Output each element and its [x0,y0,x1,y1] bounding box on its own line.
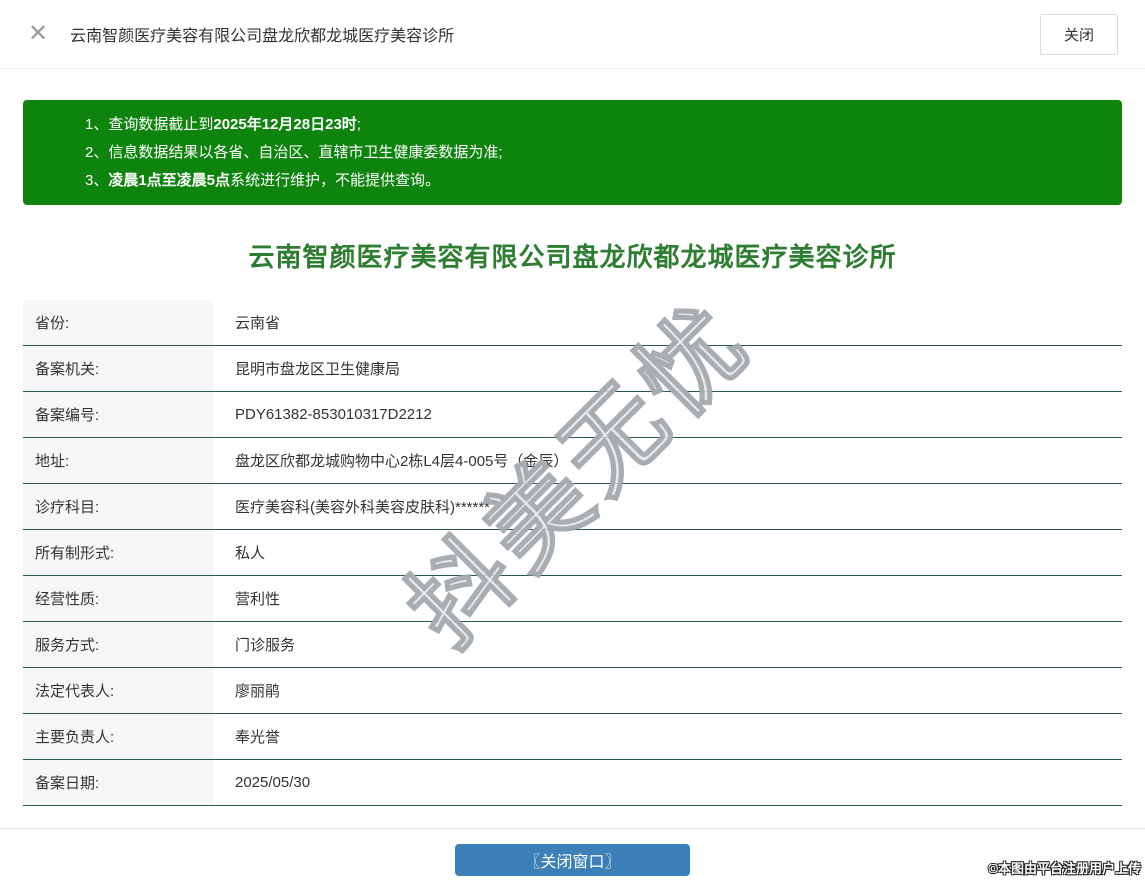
header-title: 云南智颜医疗美容有限公司盘龙欣都龙城医疗美容诊所 [70,28,455,45]
row-label: 备案日期: [23,760,213,805]
notice-bold-text: 2025年12月28日23时 [213,116,357,133]
table-row-service-mode: 服务方式: 门诊服务 [23,622,1122,668]
table-row-legal-representative: 法定代表人: 廖丽鹃 [23,668,1122,714]
notice-text: ; [356,116,361,133]
row-value: 廖丽鹃 [235,683,281,700]
notice-text: 信息数据结果以各省、自治区、直辖市卫生健康委数据为准; [108,144,503,161]
modal-footer: 〖关闭窗口〗 [0,829,1145,876]
row-value: 私人 [235,545,266,562]
row-value: 盘龙区欣都龙城购物中心2栋L4层4-005号（金辰） [235,453,569,470]
row-value: PDY61382-853010317D2212 [235,406,432,423]
row-label: 备案机关: [23,346,213,391]
notice-banner: 1、查询数据截止到2025年12月28日23时; 2、信息数据结果以各省、自治区… [23,100,1122,205]
row-value: 昆明市盘龙区卫生健康局 [235,361,401,378]
table-row-filing-authority: 备案机关: 昆明市盘龙区卫生健康局 [23,346,1122,392]
row-label: 备案编号: [23,392,213,437]
row-label: 诊疗科目: [23,484,213,529]
row-label: 主要负责人: [23,714,213,759]
notice-text: 系统进行维护，不能提供查询。 [230,172,441,189]
table-row-business-nature: 经营性质: 营利性 [23,576,1122,622]
close-button[interactable]: 关闭 [1039,13,1118,55]
notice-item-2: 2、信息数据结果以各省、自治区、直辖市卫生健康委数据为准; [85,139,1102,167]
notice-bold-text: 凌晨1点至凌晨5点 [108,172,231,189]
close-x-icon[interactable]: ✕ [28,22,48,46]
row-value: 门诊服务 [235,637,296,654]
table-row-filing-number: 备案编号: PDY61382-853010317D2212 [23,392,1122,438]
table-row-principal-person: 主要负责人: 奉光誉 [23,714,1122,760]
close-window-button[interactable]: 〖关闭窗口〗 [455,844,690,876]
notice-num: 3、 [85,172,109,189]
notice-num: 2、 [85,144,109,161]
page-title: 云南智颜医疗美容有限公司盘龙欣都龙城医疗美容诊所 [248,242,897,272]
row-label: 所有制形式: [23,530,213,575]
row-value: 医疗美容科(美容外科美容皮肤科)****** [235,499,491,516]
row-label: 省份: [23,300,213,345]
row-label: 经营性质: [23,576,213,621]
notice-item-1: 1、查询数据截止到2025年12月28日23时; [85,111,1102,139]
row-label: 法定代表人: [23,668,213,713]
table-row-ownership-form: 所有制形式: 私人 [23,530,1122,576]
row-label: 服务方式: [23,622,213,667]
modal-header: ✕ 云南智颜医疗美容有限公司盘龙欣都龙城医疗美容诊所 关闭 [0,0,1145,69]
notice-item-3: 3、凌晨1点至凌晨5点系统进行维护，不能提供查询。 [85,167,1102,195]
row-value: 2025/05/30 [235,774,311,791]
table-row-address: 地址: 盘龙区欣都龙城购物中心2栋L4层4-005号（金辰） [23,438,1122,484]
notice-num: 1、 [85,116,109,133]
table-row-treatment-subjects: 诊疗科目: 医疗美容科(美容外科美容皮肤科)****** [23,484,1122,530]
row-value: 营利性 [235,591,281,608]
row-label: 地址: [23,438,213,483]
row-value: 奉光誉 [235,729,281,746]
row-value: 云南省 [235,315,281,332]
table-row-filing-date: 备案日期: 2025/05/30 [23,760,1122,806]
modal-body: 1、查询数据截止到2025年12月28日23时; 2、信息数据结果以各省、自治区… [0,100,1145,806]
notice-text: 查询数据截止到 [108,116,214,133]
info-table: 省份: 云南省 备案机关: 昆明市盘龙区卫生健康局 备案编号: PDY61382… [23,300,1122,806]
table-row-province: 省份: 云南省 [23,300,1122,346]
